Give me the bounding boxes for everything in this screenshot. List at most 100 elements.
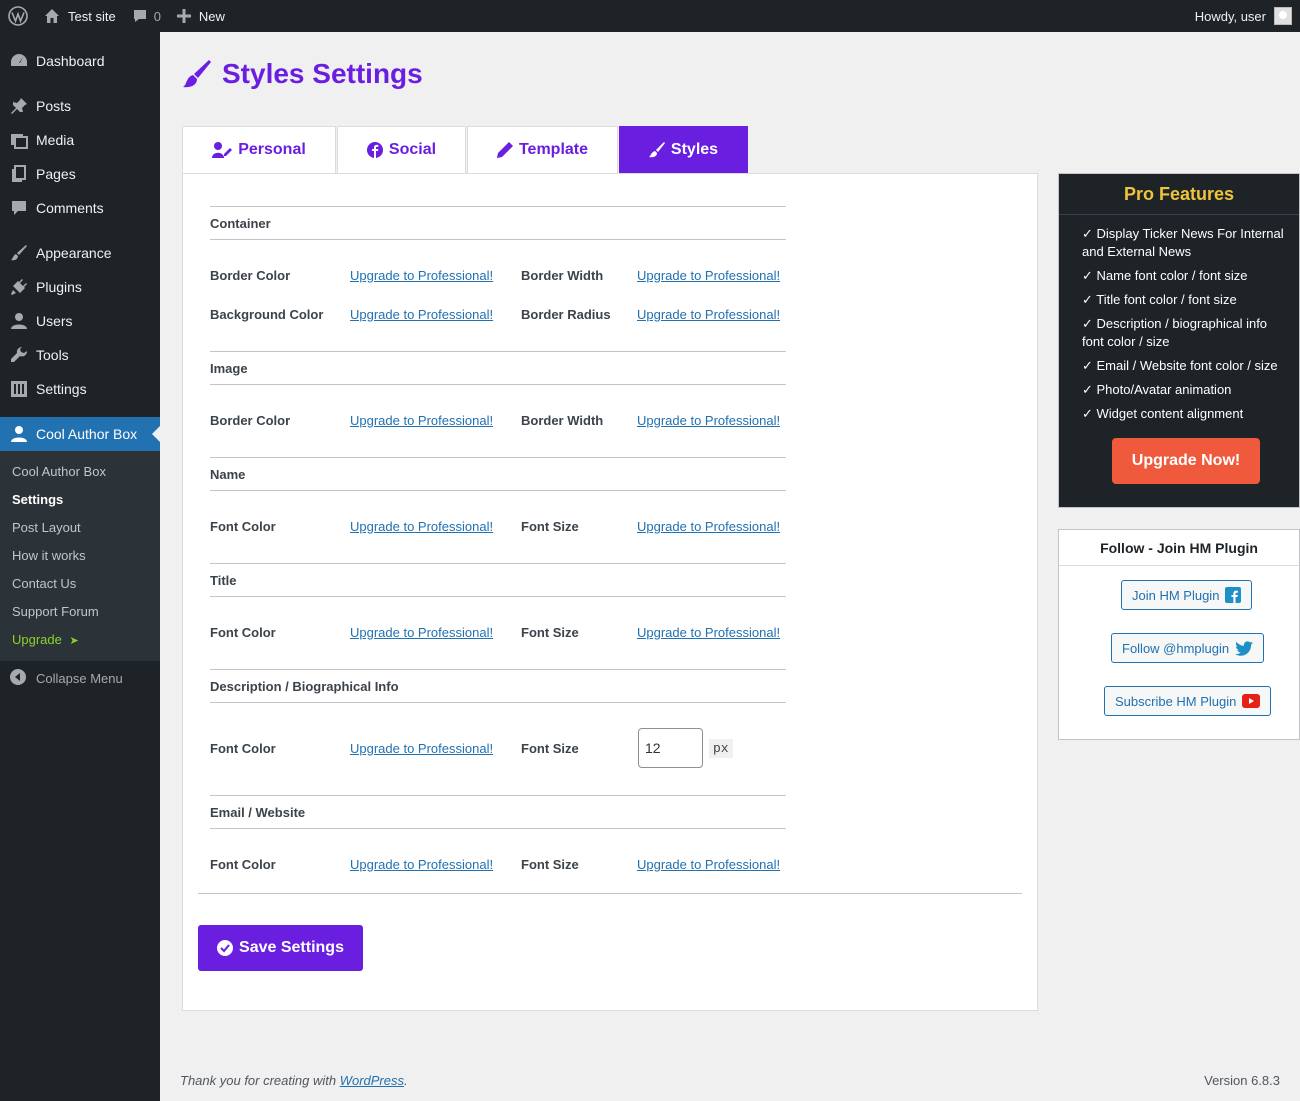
submenu-cool-author-box[interactable]: Cool Author Box: [0, 458, 160, 486]
section-email-website: Email / Website: [210, 795, 786, 829]
sidebar-item-appearance[interactable]: Appearance: [0, 236, 160, 270]
upgrade-link[interactable]: Upgrade to Professional!: [350, 741, 493, 756]
font-size-label: Font Size: [521, 856, 579, 872]
pencil-icon: [496, 142, 519, 158]
description-font-row: Font Color Upgrade to Professional! Font…: [202, 728, 794, 768]
sidebar-item-label: Media: [36, 132, 75, 148]
tab-label: Template: [518, 141, 589, 158]
section-name: Name: [210, 457, 786, 491]
arrow-right-icon: ➤: [69, 635, 79, 647]
sidebar-item-plugins[interactable]: Plugins: [0, 270, 160, 304]
border-color-label: Border Color: [210, 267, 291, 283]
subscribe-label: Subscribe HM Plugin: [1115, 693, 1237, 709]
upgrade-link[interactable]: Upgrade to Professional!: [350, 857, 493, 872]
tab-template[interactable]: Template: [467, 126, 618, 173]
upgrade-link[interactable]: Upgrade to Professional!: [350, 268, 493, 283]
sidebar-item-label: Settings: [36, 381, 87, 397]
sidebar-item-dashboard[interactable]: Dashboard: [0, 44, 160, 78]
sidebar-item-comments[interactable]: Comments: [0, 191, 160, 225]
pro-features-box: Pro Features ✓ Display Ticker News For I…: [1058, 173, 1300, 508]
save-settings-button[interactable]: Save Settings: [198, 925, 363, 971]
join-hm-plugin-button[interactable]: Join HM Plugin: [1121, 580, 1253, 610]
youtube-icon: [1242, 694, 1261, 708]
new-content-link[interactable]: New: [169, 0, 233, 32]
subscribe-youtube-button[interactable]: Subscribe HM Plugin: [1104, 686, 1272, 716]
sidebar-item-tools[interactable]: Tools: [0, 338, 160, 372]
border-width-label: Border Width: [521, 267, 604, 283]
save-settings-label: Save Settings: [239, 939, 344, 956]
section-title: Title: [210, 563, 786, 597]
border-radius-label: Border Radius: [521, 306, 611, 322]
list-item: ✓ Photo/Avatar animation: [1082, 382, 1232, 397]
follow-box: Follow - Join HM Plugin Join HM Plugin F…: [1058, 529, 1300, 740]
site-name-link[interactable]: Test site: [36, 0, 124, 32]
section-description: Description / Biographical Info: [210, 669, 786, 703]
admin-sidebar: Dashboard Posts Media Pages Comments App…: [0, 32, 160, 1101]
upgrade-link[interactable]: Upgrade to Professional!: [350, 625, 493, 640]
tab-styles[interactable]: Styles: [619, 126, 748, 173]
upgrade-link[interactable]: Upgrade to Professional!: [637, 413, 780, 428]
sidebar-item-label: Appearance: [36, 245, 112, 261]
upgrade-link[interactable]: Upgrade to Professional!: [637, 625, 780, 640]
sidebar-item-media[interactable]: Media: [0, 123, 160, 157]
pro-features-title: Pro Features: [1059, 174, 1299, 215]
tab-social[interactable]: Social: [337, 126, 466, 173]
comments-link[interactable]: 0: [124, 0, 169, 32]
upgrade-now-button[interactable]: Upgrade Now!: [1112, 438, 1260, 484]
facebook-square-icon: [1225, 587, 1242, 603]
comments-count: 0: [153, 8, 161, 24]
list-item: ✓ Widget content alignment: [1082, 406, 1244, 421]
my-account[interactable]: Howdy, user: [1195, 7, 1300, 25]
sidebar-item-label: Tools: [36, 347, 69, 363]
border-width-label: Border Width: [521, 412, 604, 428]
border-color-label: Border Color: [210, 412, 291, 428]
upgrade-link[interactable]: Upgrade to Professional!: [637, 857, 780, 872]
sidebar-item-posts[interactable]: Posts: [0, 89, 160, 123]
submenu-support-forum[interactable]: Support Forum: [0, 598, 160, 626]
sidebar-item-users[interactable]: Users: [0, 304, 160, 338]
media-icon: [10, 131, 28, 149]
footer-thanks-prefix: Thank you for creating with: [180, 1073, 337, 1088]
submenu-post-layout[interactable]: Post Layout: [0, 514, 160, 542]
sidebar-item-cool-author-box[interactable]: Cool Author Box: [0, 417, 160, 451]
plus-icon: [176, 9, 191, 23]
upgrade-link[interactable]: Upgrade to Professional!: [637, 268, 780, 283]
howdy-text: Howdy, user: [1194, 8, 1266, 24]
upgrade-link[interactable]: Upgrade to Professional!: [637, 519, 780, 534]
submenu-upgrade[interactable]: Upgrade ➤: [0, 626, 160, 654]
settings-icon: [10, 380, 28, 398]
submenu-contact-us[interactable]: Contact Us: [0, 570, 160, 598]
upgrade-link[interactable]: Upgrade to Professional!: [350, 519, 493, 534]
tab-personal[interactable]: Personal: [182, 126, 336, 173]
page-title-text: Styles Settings: [222, 58, 423, 89]
sidebar-item-settings[interactable]: Settings: [0, 372, 160, 406]
submenu-how-it-works[interactable]: How it works: [0, 542, 160, 570]
follow-twitter-button[interactable]: Follow @hmplugin: [1111, 633, 1265, 663]
upgrade-link[interactable]: Upgrade to Professional!: [637, 307, 780, 322]
facebook-icon: [366, 142, 389, 158]
container-background-row: Background Color Upgrade to Professional…: [202, 295, 794, 333]
sidebar-item-label: Plugins: [36, 279, 82, 295]
sidebar-item-label: Users: [36, 313, 73, 329]
list-item: ✓ Title font color / font size: [1082, 292, 1237, 307]
check-circle-icon: [217, 940, 239, 956]
font-size-label: Font Size: [521, 518, 579, 534]
paint-brush-icon: [182, 59, 222, 89]
upgrade-link[interactable]: Upgrade to Professional!: [350, 307, 493, 322]
wordpress-logo-icon[interactable]: [0, 0, 36, 32]
comment-icon: [10, 199, 28, 217]
wordpress-link[interactable]: WordPress: [340, 1073, 404, 1088]
sidebar-item-pages[interactable]: Pages: [0, 157, 160, 191]
description-font-size-input[interactable]: 12: [638, 728, 703, 768]
join-label: Join HM Plugin: [1132, 587, 1220, 603]
collapse-menu-button[interactable]: Collapse Menu: [0, 661, 160, 695]
list-item: ✓ Name font color / font size: [1082, 268, 1248, 283]
submenu-settings[interactable]: Settings: [0, 486, 160, 514]
follow-title: Follow - Join HM Plugin: [1059, 530, 1299, 566]
paint-brush-icon: [648, 142, 671, 158]
upgrade-link[interactable]: Upgrade to Professional!: [350, 413, 493, 428]
sidebar-item-label: Cool Author Box: [36, 426, 138, 442]
tab-label: Styles: [670, 141, 719, 158]
submenu-upgrade-label: Upgrade: [12, 632, 62, 647]
user-edit-icon: [212, 142, 238, 158]
